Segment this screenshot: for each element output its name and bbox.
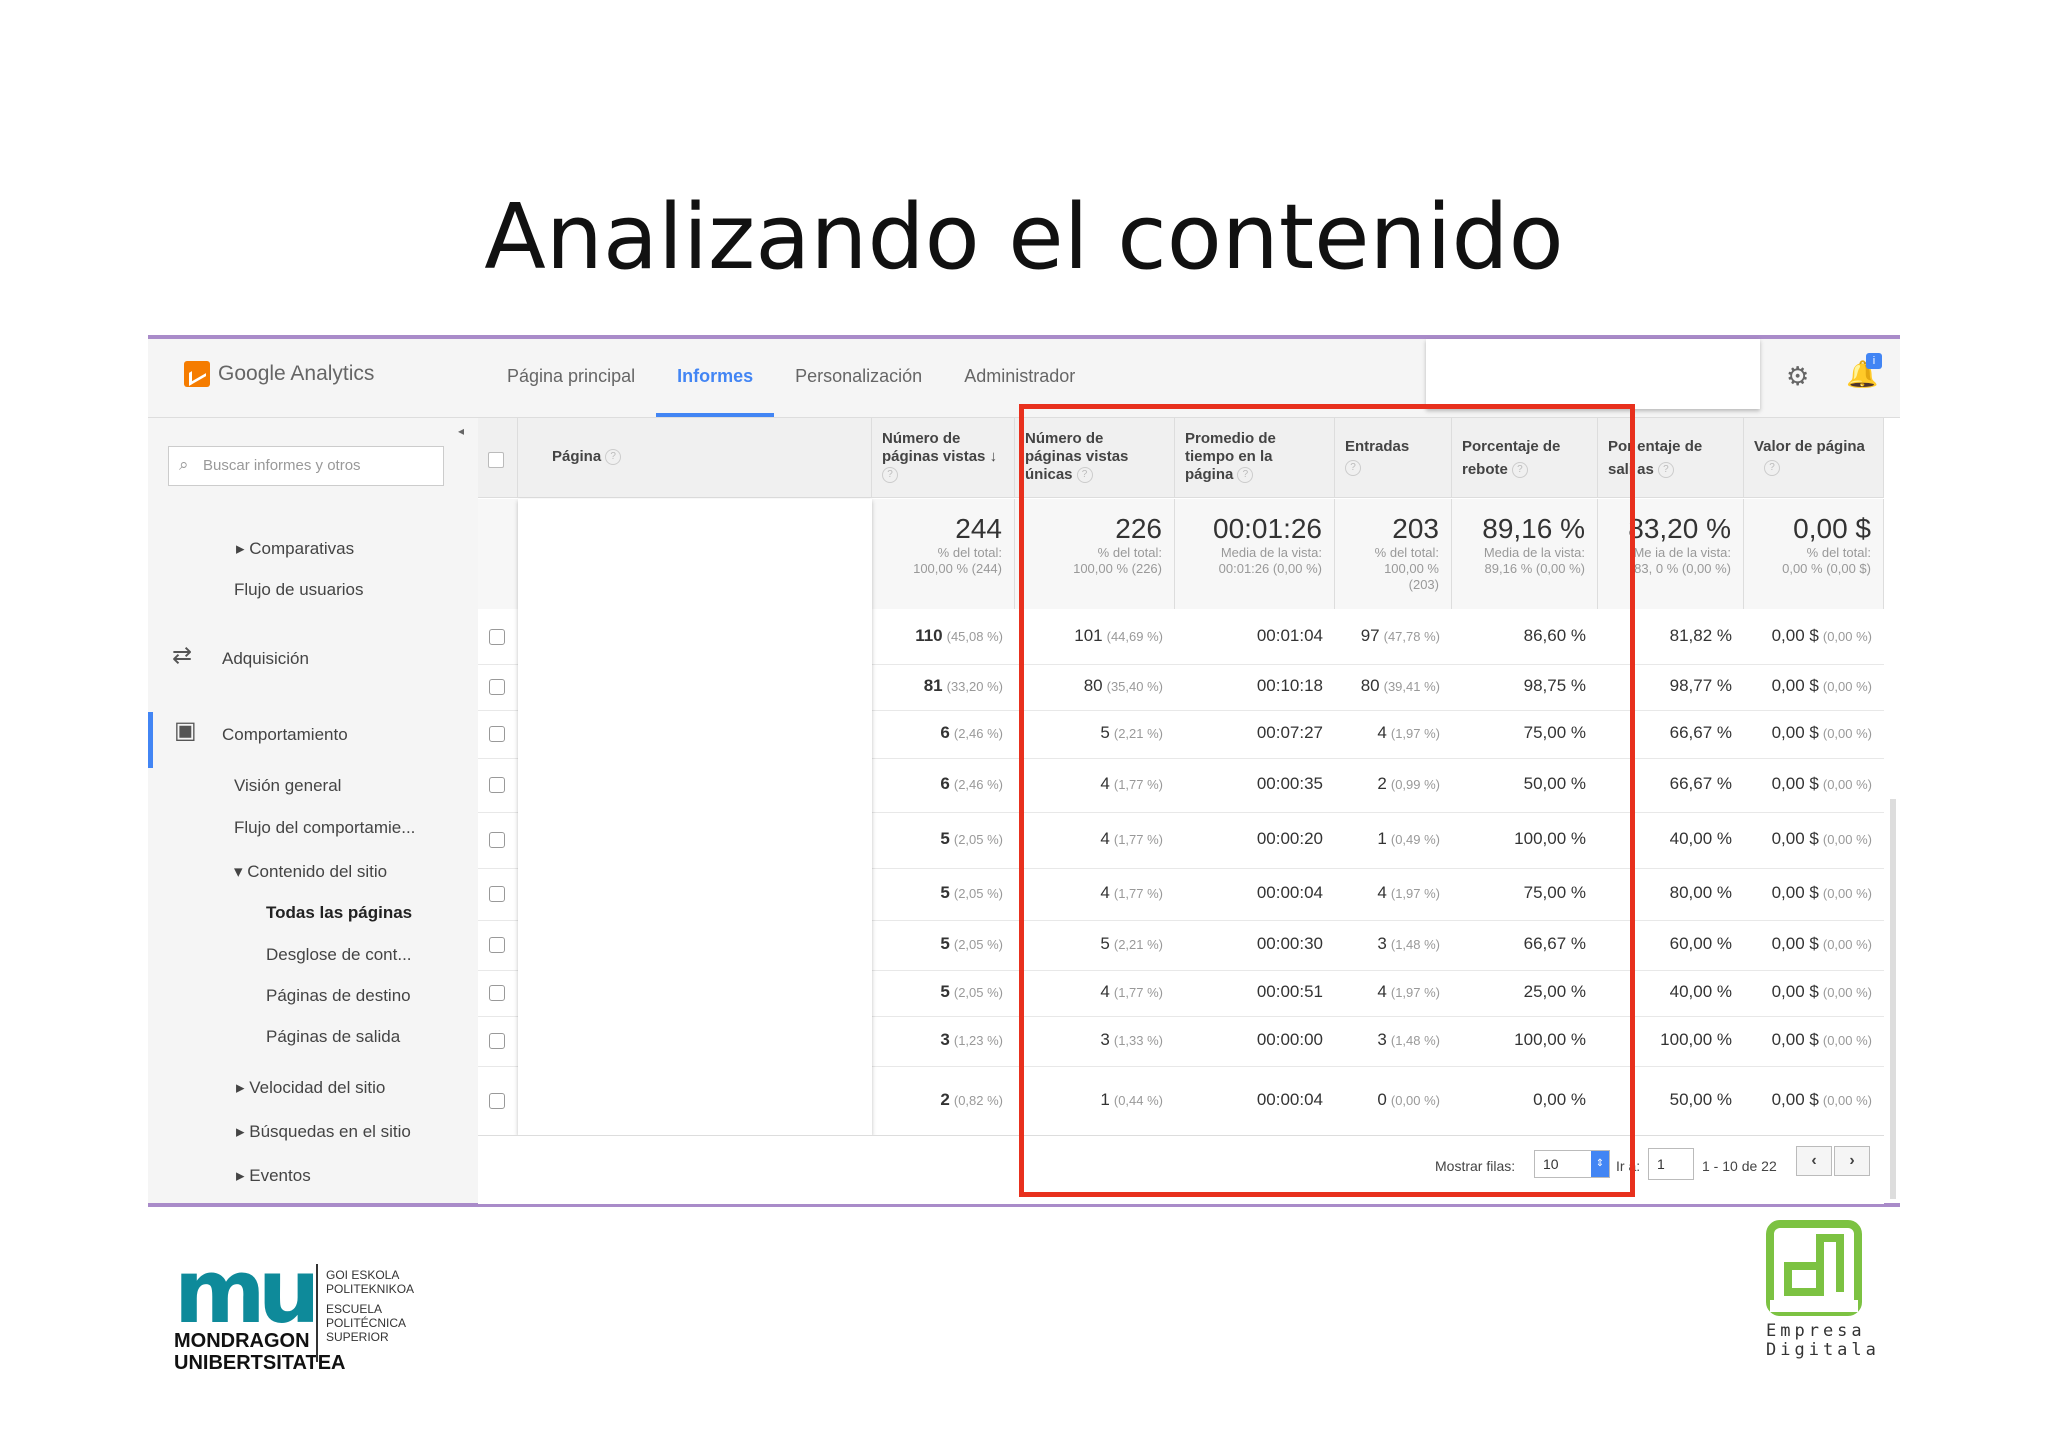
header-page-value[interactable]: Valor de página? [1744,418,1884,498]
help-icon[interactable]: ? [1764,460,1780,476]
row-checkbox[interactable] [489,1033,505,1049]
row-checkbox[interactable] [489,937,505,953]
cell-pageviews: 5 (2,05 %) [940,829,1003,848]
help-icon[interactable]: ? [882,467,898,484]
goto-page-input[interactable]: 1 [1648,1148,1694,1180]
behavior-icon: ▣ [174,717,197,744]
row-checkbox[interactable] [489,726,505,742]
slide-title: Analizando el contenido [484,185,1564,290]
page-column-redacted [518,499,872,1135]
sidebar: ⌕ Buscar informes y otros ▸ Comparativas… [148,418,478,1203]
row-checkbox[interactable] [489,985,505,1001]
row-checkbox[interactable] [489,777,505,793]
cell-pageviews: 5 (2,05 %) [940,934,1003,953]
row-checkbox[interactable] [489,886,505,902]
logo-divider [316,1264,318,1362]
sidebar-item-contenido-sitio[interactable]: ▾ Contenido del sitio [234,862,387,882]
cell-pageviews: 3 (1,23 %) [940,1030,1003,1049]
empresa-digitala-logo: Empresa Digitala [1766,1220,1886,1360]
cell-value: 0,00 $ (0,00 %) [1771,1089,1872,1109]
tab-customization[interactable]: Personalización [774,339,943,417]
tab-home[interactable]: Página principal [486,339,656,417]
sidebar-item-comparativas[interactable]: ▸ Comparativas [236,539,354,559]
select-all-checkbox[interactable] [488,452,504,468]
mondragon-name-2: UNIBERTSITATEA [174,1352,346,1374]
cell-value: 0,00 $ (0,00 %) [1771,883,1872,902]
top-nav: Página principal Informes Personalizació… [486,339,1096,417]
search-placeholder: Buscar informes y otros [203,457,361,474]
cell-pageviews: 6 (2,46 %) [940,723,1003,742]
notification-badge: i [1866,353,1882,369]
cell-pageviews: 110 (45,08 %) [915,626,1003,645]
header-pagina[interactable]: Página? [518,418,872,498]
cell-pageviews: 81 (33,20 %) [923,676,1003,695]
digitala-text: Digitala [1766,1340,1880,1360]
page-range: 1 - 10 de 22 [1702,1158,1777,1174]
sidebar-search-input[interactable]: ⌕ Buscar informes y otros [168,446,444,486]
row-checkbox[interactable] [489,832,505,848]
help-icon[interactable]: ? [605,449,622,466]
sidebar-item-paginas-salida[interactable]: Páginas de salida [266,1027,400,1047]
row-checkbox[interactable] [489,1092,505,1109]
active-indicator [148,712,153,768]
sidebar-item-adquisicion[interactable]: Adquisición [222,649,309,669]
sidebar-item-flujo-usuarios[interactable]: Flujo de usuarios [234,580,363,600]
empresa-text: Empresa [1766,1321,1866,1341]
cell-pageviews: 5 (2,05 %) [940,883,1003,902]
ga-logo[interactable]: Google Analytics [184,361,374,387]
cell-value: 0,00 $ (0,00 %) [1771,626,1872,645]
sidebar-item-desglose[interactable]: Desglose de cont... [266,945,412,965]
mondragon-side-text: GOI ESKOLA POLITEKNIKOA ESCUELA POLITÉCN… [326,1268,415,1344]
sort-desc-icon[interactable]: ↓ [990,448,998,465]
sidebar-item-comportamiento[interactable]: Comportamiento [222,725,348,745]
total-page-value: 0,00 $ % del total: 0,00 % (0,00 $) [1744,499,1884,609]
scrollbar[interactable] [1890,799,1896,1199]
acquisition-icon: ⇄ [172,642,193,669]
mondragon-logo: mu MONDRAGON UNIBERTSITATEA GOI ESKOLA P… [174,1240,414,1375]
gear-icon[interactable]: ⚙ [1786,361,1809,392]
mondragon-name: MONDRAGON [174,1330,310,1352]
empresa-digitala-mark-icon [1766,1220,1862,1316]
cell-value: 0,00 $ (0,00 %) [1771,829,1872,848]
sidebar-item-velocidad[interactable]: ▸ Velocidad del sitio [236,1078,385,1098]
search-icon: ⌕ [179,455,189,474]
collapse-sidebar-icon[interactable]: ◂ [458,424,464,438]
analytics-logo-icon [184,361,210,387]
row-checkbox[interactable] [489,679,505,695]
row-checkbox[interactable] [489,629,505,645]
total-pageviews: 244 % del total: 100,00 % (244) [872,499,1015,609]
sidebar-item-flujo-comportamiento[interactable]: Flujo del comportamie... [234,818,415,838]
header-pageviews[interactable]: Número de páginas vistas ↓ ? [872,418,1015,498]
cell-value: 0,00 $ (0,00 %) [1771,723,1872,742]
cell-pageviews: 5 (2,05 %) [940,982,1003,1001]
cell-value: 0,00 $ (0,00 %) [1771,982,1872,1001]
help-icon[interactable]: ? [1657,462,1674,479]
logo-text: Google Analytics [218,362,375,385]
sidebar-item-busquedas[interactable]: ▸ Búsquedas en el sitio [236,1122,411,1142]
sidebar-item-vision-general[interactable]: Visión general [234,776,341,796]
account-selector[interactable] [1426,339,1760,409]
next-page-button[interactable]: › [1834,1146,1870,1176]
tab-reports[interactable]: Informes [656,339,775,417]
sidebar-item-eventos[interactable]: ▸ Eventos [236,1166,311,1186]
cell-value: 0,00 $ (0,00 %) [1771,774,1872,793]
sidebar-item-paginas-destino[interactable]: Páginas de destino [266,986,411,1006]
cell-value: 0,00 $ (0,00 %) [1771,1030,1872,1049]
select-all-header [478,418,518,498]
prev-page-button[interactable]: ‹ [1796,1146,1832,1176]
cell-value: 0,00 $ (0,00 %) [1771,676,1872,695]
cell-pageviews: 2 (0,82 %) [940,1089,1003,1109]
highlight-box [1019,404,1635,1197]
cell-pageviews: 6 (2,46 %) [940,774,1003,793]
sidebar-item-todas-paginas[interactable]: Todas las páginas [266,903,412,923]
cell-value: 0,00 $ (0,00 %) [1771,934,1872,953]
mondragon-mark-icon: mu [174,1240,320,1343]
